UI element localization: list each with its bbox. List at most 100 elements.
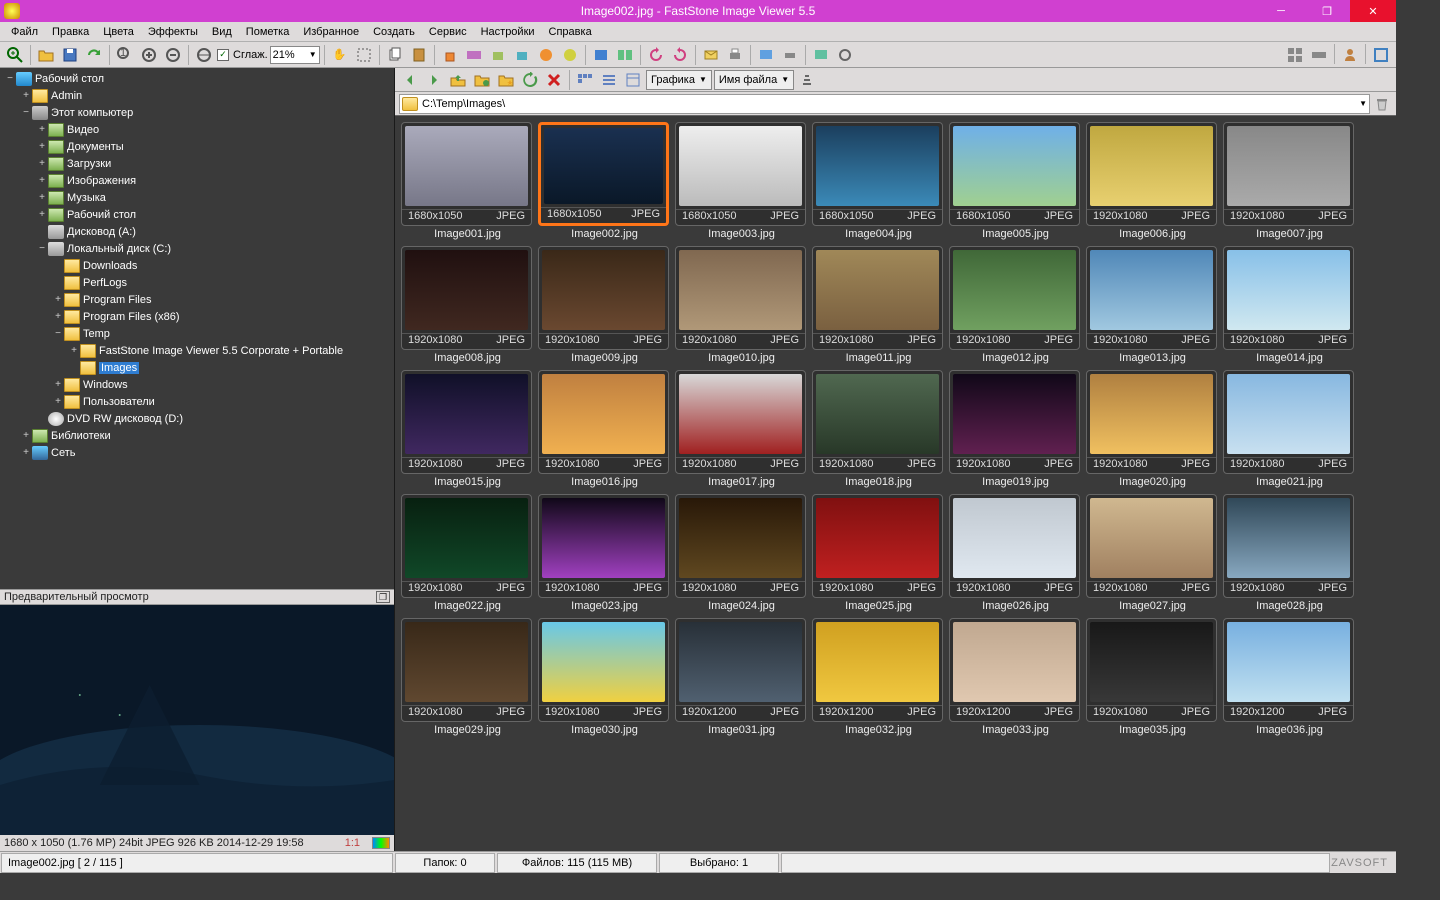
thumbnail[interactable]: 1920x1080JPEGImage011.jpg xyxy=(812,246,945,364)
menu-правка[interactable]: Правка xyxy=(45,24,96,40)
thumbnail[interactable]: 1920x1080JPEGImage006.jpg xyxy=(1086,122,1219,240)
tree-twisty-icon[interactable]: − xyxy=(20,107,32,118)
sort-combo[interactable]: Имя файла▼ xyxy=(714,70,794,90)
tree-node[interactable]: PerfLogs xyxy=(0,274,394,291)
actual-size-icon[interactable]: 1 xyxy=(114,44,136,66)
rotate-right-icon[interactable] xyxy=(669,44,691,66)
adjust-icon[interactable] xyxy=(511,44,533,66)
menu-справка[interactable]: Справка xyxy=(542,24,599,40)
tree-twisty-icon[interactable]: − xyxy=(52,328,64,339)
view-mode-icon[interactable] xyxy=(574,69,596,91)
tree-node[interactable]: −Этот компьютер xyxy=(0,104,394,121)
zoom-minus-icon[interactable] xyxy=(162,44,184,66)
rotate-left-icon[interactable] xyxy=(645,44,667,66)
thumbnail[interactable]: 1920x1080JPEGImage018.jpg xyxy=(812,370,945,488)
print-icon[interactable] xyxy=(724,44,746,66)
nav-back-icon[interactable] xyxy=(399,69,421,91)
preview-maximize-icon[interactable]: ❐ xyxy=(376,591,390,603)
tree-node[interactable]: +Рабочий стол xyxy=(0,206,394,223)
tree-twisty-icon[interactable]: + xyxy=(36,158,48,169)
zoom-plus-icon[interactable] xyxy=(138,44,160,66)
menu-пометка[interactable]: Пометка xyxy=(239,24,297,40)
compare-icon[interactable] xyxy=(614,44,636,66)
close-button[interactable]: ✕ xyxy=(1350,0,1396,22)
tree-node[interactable]: +Пользователи xyxy=(0,393,394,410)
thumbnail[interactable]: 1920x1080JPEGImage030.jpg xyxy=(538,618,671,736)
thumbnail[interactable]: 1920x1080JPEGImage020.jpg xyxy=(1086,370,1219,488)
select-tool-icon[interactable] xyxy=(353,44,375,66)
thumbnail[interactable]: 1920x1080JPEGImage017.jpg xyxy=(675,370,808,488)
thumbnail[interactable]: 1920x1080JPEGImage009.jpg xyxy=(538,246,671,364)
crop-icon[interactable] xyxy=(487,44,509,66)
color-icon[interactable] xyxy=(535,44,557,66)
menu-вид[interactable]: Вид xyxy=(205,24,239,40)
menu-файл[interactable]: Файл xyxy=(4,24,45,40)
minimize-button[interactable]: ─ xyxy=(1258,0,1304,22)
tree-node[interactable]: +Видео xyxy=(0,121,394,138)
view-film-icon[interactable] xyxy=(1308,44,1330,66)
tree-twisty-icon[interactable]: + xyxy=(52,311,64,322)
list-mode-icon[interactable] xyxy=(598,69,620,91)
thumbnail[interactable]: 1920x1080JPEGImage010.jpg xyxy=(675,246,808,364)
thumbnail[interactable]: 1920x1080JPEGImage019.jpg xyxy=(949,370,1082,488)
nav-forward-icon[interactable] xyxy=(423,69,445,91)
thumbnail[interactable]: 1920x1080JPEGImage025.jpg xyxy=(812,494,945,612)
tree-node[interactable]: +Музыка xyxy=(0,189,394,206)
tree-twisty-icon[interactable]: + xyxy=(52,379,64,390)
thumbnail[interactable]: 1920x1080JPEGImage023.jpg xyxy=(538,494,671,612)
tree-twisty-icon[interactable]: + xyxy=(36,124,48,135)
refresh-icon[interactable] xyxy=(519,69,541,91)
folder-tree[interactable]: −Рабочий стол+Admin−Этот компьютер+Видео… xyxy=(0,68,394,589)
open-icon[interactable] xyxy=(35,44,57,66)
nav-up-icon[interactable] xyxy=(447,69,469,91)
detail-mode-icon[interactable] xyxy=(622,69,644,91)
tree-node[interactable]: +Загрузки xyxy=(0,155,394,172)
tree-node[interactable]: −Локальный диск (C:) xyxy=(0,240,394,257)
thumbnail[interactable]: 1920x1080JPEGImage027.jpg xyxy=(1086,494,1219,612)
thumbnail[interactable]: 1680x1050JPEGImage005.jpg xyxy=(949,122,1082,240)
copy-icon[interactable] xyxy=(384,44,406,66)
email-icon[interactable] xyxy=(700,44,722,66)
thumbnail[interactable]: 1920x1080JPEGImage013.jpg xyxy=(1086,246,1219,364)
scanner-icon[interactable] xyxy=(779,44,801,66)
user-icon[interactable] xyxy=(1339,44,1361,66)
tree-twisty-icon[interactable]: + xyxy=(36,209,48,220)
preview-image[interactable] xyxy=(0,605,394,835)
thumbnail[interactable]: 1920x1200JPEGImage036.jpg xyxy=(1223,618,1356,736)
tree-twisty-icon[interactable]: + xyxy=(20,90,32,101)
thumbnail[interactable]: 1920x1080JPEGImage015.jpg xyxy=(401,370,534,488)
tree-twisty-icon[interactable]: + xyxy=(52,396,64,407)
tree-node[interactable]: +Изображения xyxy=(0,172,394,189)
menu-создать[interactable]: Создать xyxy=(366,24,422,40)
menu-избранное[interactable]: Избранное xyxy=(296,24,366,40)
smooth-checkbox[interactable]: ✓ xyxy=(217,49,229,61)
hand-tool-icon[interactable]: ✋ xyxy=(329,44,351,66)
thumbnail[interactable]: 1920x1080JPEGImage014.jpg xyxy=(1223,246,1356,364)
path-dropdown-icon[interactable]: ▼ xyxy=(1359,99,1367,108)
thumbnail[interactable]: 1920x1080JPEGImage022.jpg xyxy=(401,494,534,612)
tree-node[interactable]: Downloads xyxy=(0,257,394,274)
view-thumbs-icon[interactable] xyxy=(1284,44,1306,66)
tree-twisty-icon[interactable]: − xyxy=(36,243,48,254)
tree-node[interactable]: +FastStone Image Viewer 5.5 Corporate + … xyxy=(0,342,394,359)
maximize-button[interactable]: ❐ xyxy=(1304,0,1350,22)
thumbnail-pane[interactable]: 1680x1050JPEGImage001.jpg1680x1050JPEGIm… xyxy=(395,116,1396,851)
text-icon[interactable] xyxy=(559,44,581,66)
tree-node[interactable]: +Документы xyxy=(0,138,394,155)
new-folder-icon[interactable] xyxy=(471,69,493,91)
zoom-level-combo[interactable]: 21%▼ xyxy=(270,46,320,64)
thumbnail[interactable]: 1920x1200JPEGImage031.jpg xyxy=(675,618,808,736)
filter-combo[interactable]: Графика▼ xyxy=(646,70,712,90)
save-icon[interactable] xyxy=(59,44,81,66)
tree-twisty-icon[interactable]: + xyxy=(52,294,64,305)
fav-folder-icon[interactable] xyxy=(495,69,517,91)
screen-capture-icon[interactable] xyxy=(755,44,777,66)
thumbnail[interactable]: 1920x1080JPEGImage012.jpg xyxy=(949,246,1082,364)
menu-настройки[interactable]: Настройки xyxy=(474,24,542,40)
tree-node[interactable]: +Windows xyxy=(0,376,394,393)
thumbnail[interactable]: 1920x1080JPEGImage007.jpg xyxy=(1223,122,1356,240)
resize-icon[interactable] xyxy=(463,44,485,66)
thumbnail[interactable]: 1920x1200JPEGImage032.jpg xyxy=(812,618,945,736)
thumbnail[interactable]: 1680x1050JPEGImage002.jpg xyxy=(538,122,671,240)
thumbnail[interactable]: 1680x1050JPEGImage003.jpg xyxy=(675,122,808,240)
